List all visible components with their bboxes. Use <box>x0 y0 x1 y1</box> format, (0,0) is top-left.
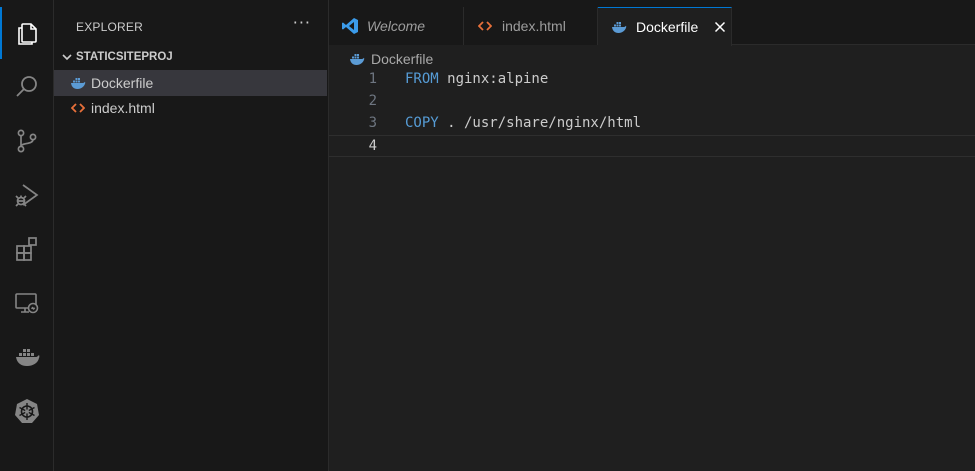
tab-bar: Welcome index.html Dockerfile <box>329 0 975 46</box>
run-debug-icon <box>15 184 39 207</box>
line-text: . /usr/share/nginx/html <box>438 115 642 131</box>
docker-file-icon <box>70 75 86 91</box>
tab-label: index.html <box>502 18 566 34</box>
html-file-icon <box>70 100 86 116</box>
docker-activity[interactable] <box>0 331 54 383</box>
breadcrumb[interactable]: Dockerfile <box>349 50 433 68</box>
chevron-down-icon <box>61 51 73 63</box>
docker-icon <box>16 349 40 366</box>
docker-file-icon <box>349 52 365 66</box>
code-editor[interactable]: 1 FROM nginx:alpine 2 3 COPY . /usr/shar… <box>329 69 975 157</box>
code-line[interactable]: 1 FROM nginx:alpine <box>329 69 975 91</box>
line-text: nginx:alpine <box>438 71 549 87</box>
search-icon <box>16 76 37 97</box>
line-number: 2 <box>368 93 377 109</box>
keyword: COPY <box>405 115 439 131</box>
tab-welcome[interactable]: Welcome <box>329 7 464 45</box>
more-actions-button[interactable]: ··· <box>293 13 311 32</box>
close-icon[interactable] <box>712 19 728 35</box>
explorer-sidebar: EXPLORER ··· STATICSITEPROJ Dockerfile i… <box>54 0 329 471</box>
file-item-dockerfile[interactable]: Dockerfile <box>54 70 327 96</box>
sidebar-title: EXPLORER <box>76 20 143 34</box>
tab-dockerfile[interactable]: Dockerfile <box>598 7 732 46</box>
code-line-current[interactable]: 4 <box>329 135 975 157</box>
search-activity[interactable] <box>0 61 54 113</box>
sidebar-header: EXPLORER ··· <box>54 0 329 44</box>
remote-explorer-icon <box>15 293 39 314</box>
explorer-activity[interactable] <box>0 7 54 59</box>
tab-label: Dockerfile <box>636 19 699 35</box>
vscode-icon <box>341 17 359 35</box>
line-content: FROM nginx:alpine <box>405 71 548 87</box>
file-name: index.html <box>91 100 155 116</box>
source-control-icon <box>17 129 37 153</box>
remote-explorer-activity[interactable] <box>0 277 54 329</box>
extensions-icon <box>16 237 37 261</box>
docker-file-icon <box>610 18 628 36</box>
activity-bar <box>0 0 54 471</box>
workspace-name: STATICSITEPROJ <box>76 51 173 63</box>
kubernetes-activity[interactable] <box>0 385 54 437</box>
line-number: 1 <box>368 71 377 87</box>
code-line[interactable]: 3 COPY . /usr/share/nginx/html <box>329 113 975 135</box>
extensions-activity[interactable] <box>0 223 54 275</box>
line-number: 3 <box>368 115 377 131</box>
code-line[interactable]: 2 <box>329 91 975 113</box>
workspace-section-header[interactable]: STATICSITEPROJ <box>54 46 329 68</box>
html-file-icon <box>476 17 494 35</box>
kubernetes-icon <box>15 399 39 423</box>
file-name: Dockerfile <box>91 75 154 91</box>
line-number: 4 <box>368 138 377 154</box>
editor-area: Welcome index.html Dockerfile Dockerfile… <box>329 0 975 471</box>
line-content: COPY . /usr/share/nginx/html <box>405 115 641 131</box>
keyword: FROM <box>405 71 439 87</box>
tab-index-html[interactable]: index.html <box>464 7 598 45</box>
breadcrumb-file: Dockerfile <box>371 51 434 67</box>
tab-label: Welcome <box>367 18 426 34</box>
file-item-index-html[interactable]: index.html <box>54 95 327 121</box>
source-control-activity[interactable] <box>0 115 54 167</box>
files-icon <box>18 23 37 45</box>
run-debug-activity[interactable] <box>0 169 54 221</box>
